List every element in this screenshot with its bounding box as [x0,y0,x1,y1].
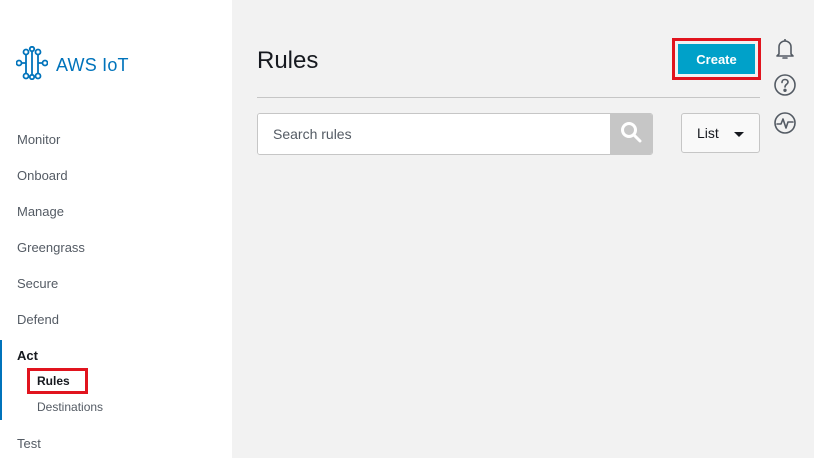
sidebar-item-test[interactable]: Test [17,436,41,451]
sidebar-item-greengrass[interactable]: Greengrass [17,240,85,255]
rules-highlight-box [27,368,88,394]
logo-text: AWS IoT [56,55,129,75]
active-section-indicator [0,340,2,420]
sidebar-subitem-destinations[interactable]: Destinations [37,400,103,414]
search-box [257,113,653,155]
sidebar: AWS IoT Monitor Onboard Manage Greengras… [0,0,232,458]
view-select[interactable]: List [681,113,760,153]
help-icon[interactable] [773,73,797,97]
aws-iot-logo-icon [15,45,49,85]
sidebar-item-defend[interactable]: Defend [17,312,59,327]
sidebar-item-onboard[interactable]: Onboard [17,168,68,183]
search-input[interactable] [258,114,611,154]
page-title: Rules [257,47,319,74]
sidebar-item-secure[interactable]: Secure [17,276,58,291]
sidebar-item-monitor[interactable]: Monitor [17,132,60,147]
aws-iot-logo[interactable]: AWS IoT [15,45,129,85]
view-select-value: List [697,125,719,141]
bell-icon[interactable] [773,37,797,61]
chevron-down-icon [734,132,744,137]
search-button[interactable] [610,114,652,154]
sidebar-item-manage[interactable]: Manage [17,204,64,219]
title-divider [257,97,760,98]
activity-icon[interactable] [773,111,797,135]
create-button[interactable]: Create [678,44,755,74]
create-highlight-box: Create [672,38,761,80]
search-icon [620,121,642,148]
sidebar-item-act[interactable]: Act [17,348,38,363]
